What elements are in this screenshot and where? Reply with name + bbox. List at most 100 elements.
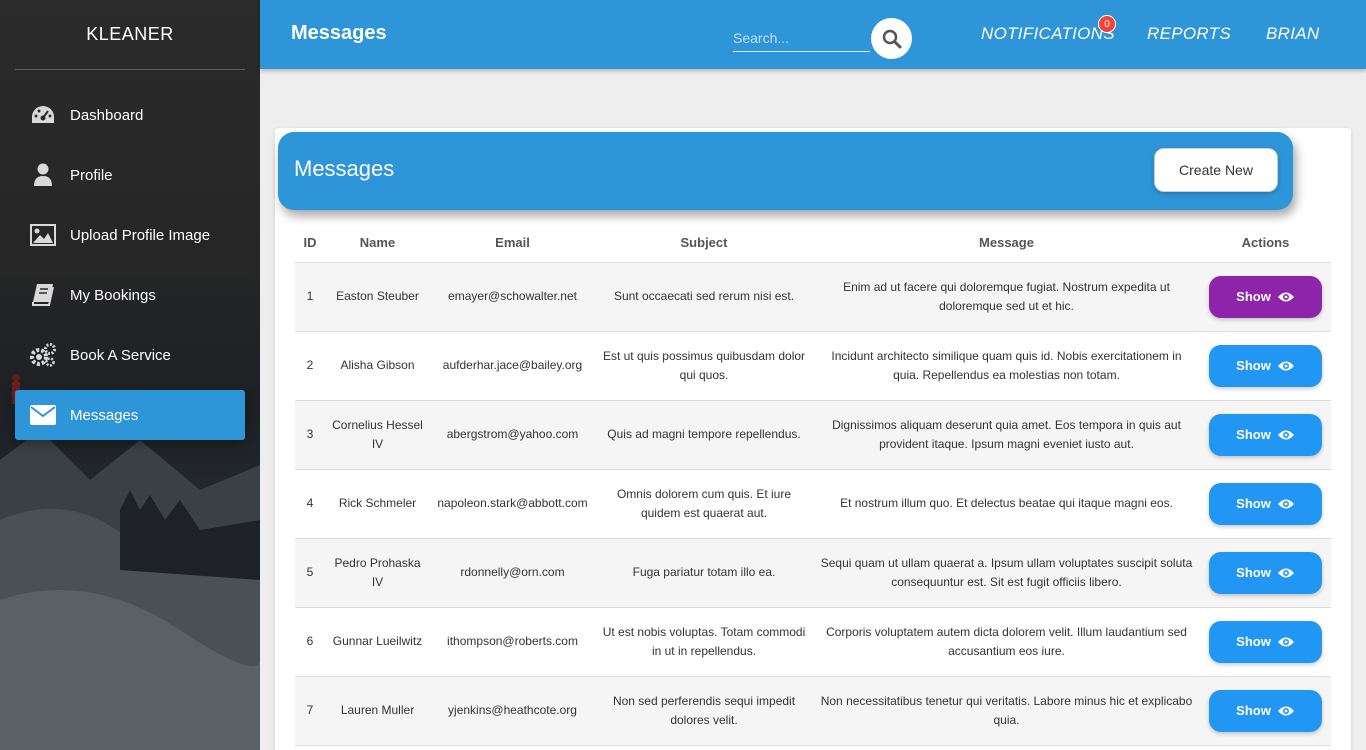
cell-subject: Est ut quis possimus quibusdam dolor qui… [595,331,813,401]
sidebar-item-dashboard[interactable]: Dashboard [15,90,245,140]
table-row: 7 Lauren Muller yjenkins@heathcote.org N… [295,676,1331,746]
column-header-id[interactable]: ID [295,224,325,263]
cell-name: Cornelius Hessel IV [325,400,430,470]
cell-id: 5 [295,538,325,608]
cell-email: napoleon.stark@abbott.com [430,469,595,539]
show-button-label: Show [1236,634,1271,649]
show-button-label: Show [1236,427,1271,442]
show-button-label: Show [1236,496,1271,511]
brand-logo[interactable]: KLEANER [0,0,260,69]
table-row: 1 Easton Steuber emayer@schowalter.net S… [295,262,1331,332]
eye-icon [1277,429,1295,441]
sidebar-item-label: Book A Service [70,346,171,364]
gears-icon [29,342,57,368]
show-message-button[interactable]: Show [1209,689,1322,732]
search-icon [882,29,901,48]
cell-id: 4 [295,469,325,539]
cell-actions: Show [1200,469,1331,539]
sidebar-item-messages[interactable]: Messages [15,390,245,440]
cell-actions: Show [1200,400,1331,470]
show-message-button[interactable]: Show [1209,482,1322,525]
cell-message: Enim ad ut facere qui doloremque fugiat.… [813,262,1200,332]
cell-message: Dignissimos aliquam deserunt quia amet. … [813,400,1200,470]
cell-id: 6 [295,607,325,677]
search-bar [733,18,913,59]
image-icon [29,222,57,248]
show-message-button[interactable]: Show [1209,551,1322,594]
cell-subject: Omnis dolorem cum quis. Et iure quidem e… [595,469,813,539]
cell-actions: Show [1200,676,1331,746]
user-menu-link[interactable]: BRIAN [1266,24,1319,44]
cell-subject: Sunt occaecati sed rerum nisi est. [595,262,813,332]
cell-subject: Non sed perferendis sequi impedit dolore… [595,676,813,746]
sidebar-nav: Dashboard Profile Upload Profile Image M… [0,70,260,440]
cell-email: yjenkins@heathcote.org [430,676,595,746]
cell-actions: Show [1200,262,1331,332]
column-header-email[interactable]: Email [430,224,595,263]
column-header-name[interactable]: Name [325,224,430,263]
cell-id: 7 [295,676,325,746]
cell-subject: Quis ad magni tempore repellendus. [595,400,813,470]
column-header-subject[interactable]: Subject [595,224,813,263]
column-header-actions: Actions [1200,224,1331,263]
cell-actions: Show [1200,538,1331,608]
sidebar-item-label: Profile [70,166,113,184]
sidebar-item-book-a-service[interactable]: Book A Service [15,330,245,380]
show-button-label: Show [1236,358,1271,373]
cell-subject: Ut est nobis voluptas. Totam commodi in … [595,607,813,677]
card-title: Messages [294,156,395,181]
eye-icon [1277,498,1295,510]
eye-icon [1277,360,1295,372]
dashboard-gauge-icon [29,102,57,128]
envelope-icon [29,402,57,428]
show-message-button[interactable]: Show [1209,344,1322,387]
show-message-button[interactable]: Show [1209,275,1322,318]
search-button[interactable] [871,18,912,59]
cell-message: Et nostrum illum quo. Et delectus beatae… [813,469,1200,539]
show-button-label: Show [1236,289,1271,304]
table-row: 6 Gunnar Lueilwitz ithompson@roberts.com… [295,607,1331,677]
cell-name: Alisha Gibson [325,331,430,401]
sidebar-item-label: Messages [70,406,139,424]
table-header-row: ID Name Email Subject Message Actions [295,224,1331,263]
cell-message: Non necessitatibus tenetur qui veritatis… [813,676,1200,746]
notification-badge: 0 [1098,15,1116,33]
cell-message: Incidunt architecto similique quam quis … [813,331,1200,401]
show-message-button[interactable]: Show [1209,620,1322,663]
show-message-button[interactable]: Show [1209,413,1322,456]
reports-link[interactable]: REPORTS [1147,24,1231,44]
show-button-label: Show [1236,703,1271,718]
cell-name: Lauren Muller [325,676,430,746]
top-navbar: Messages NOTIFICATIONS 0 REPORTS BRIAN [260,0,1366,69]
sidebar-item-profile[interactable]: Profile [15,150,245,200]
cell-actions: Show [1200,331,1331,401]
cell-name: Pedro Prohaska IV [325,538,430,608]
messages-table: ID Name Email Subject Message Actions 1 … [295,224,1331,746]
book-icon [29,282,57,308]
cell-message: Corporis voluptatem autem dicta dolorem … [813,607,1200,677]
cell-name: Gunnar Lueilwitz [325,607,430,677]
page-title: Messages [291,22,387,44]
eye-icon [1277,636,1295,648]
cell-name: Easton Steuber [325,262,430,332]
cell-email: aufderhar.jace@bailey.org [430,331,595,401]
create-new-button[interactable]: Create New [1154,148,1278,192]
cell-email: emayer@schowalter.net [430,262,595,332]
cell-email: rdonnelly@orn.com [430,538,595,608]
cell-id: 2 [295,331,325,401]
search-input[interactable] [733,24,870,52]
column-header-message[interactable]: Message [813,224,1200,263]
eye-icon [1277,705,1295,717]
table-row: 4 Rick Schmeler napoleon.stark@abbott.co… [295,469,1331,539]
show-button-label: Show [1236,565,1271,580]
cell-actions: Show [1200,607,1331,677]
cell-message: Sequi quam ut ullam quaerat a. Ipsum ull… [813,538,1200,608]
table-row: 2 Alisha Gibson aufderhar.jace@bailey.or… [295,331,1331,401]
sidebar-item-my-bookings[interactable]: My Bookings [15,270,245,320]
table-row: 3 Cornelius Hessel IV abergstrom@yahoo.c… [295,400,1331,470]
cell-id: 1 [295,262,325,332]
sidebar-item-upload-profile-image[interactable]: Upload Profile Image [15,210,245,260]
eye-icon [1277,291,1295,303]
notifications-link[interactable]: NOTIFICATIONS [981,24,1115,44]
eye-icon [1277,567,1295,579]
